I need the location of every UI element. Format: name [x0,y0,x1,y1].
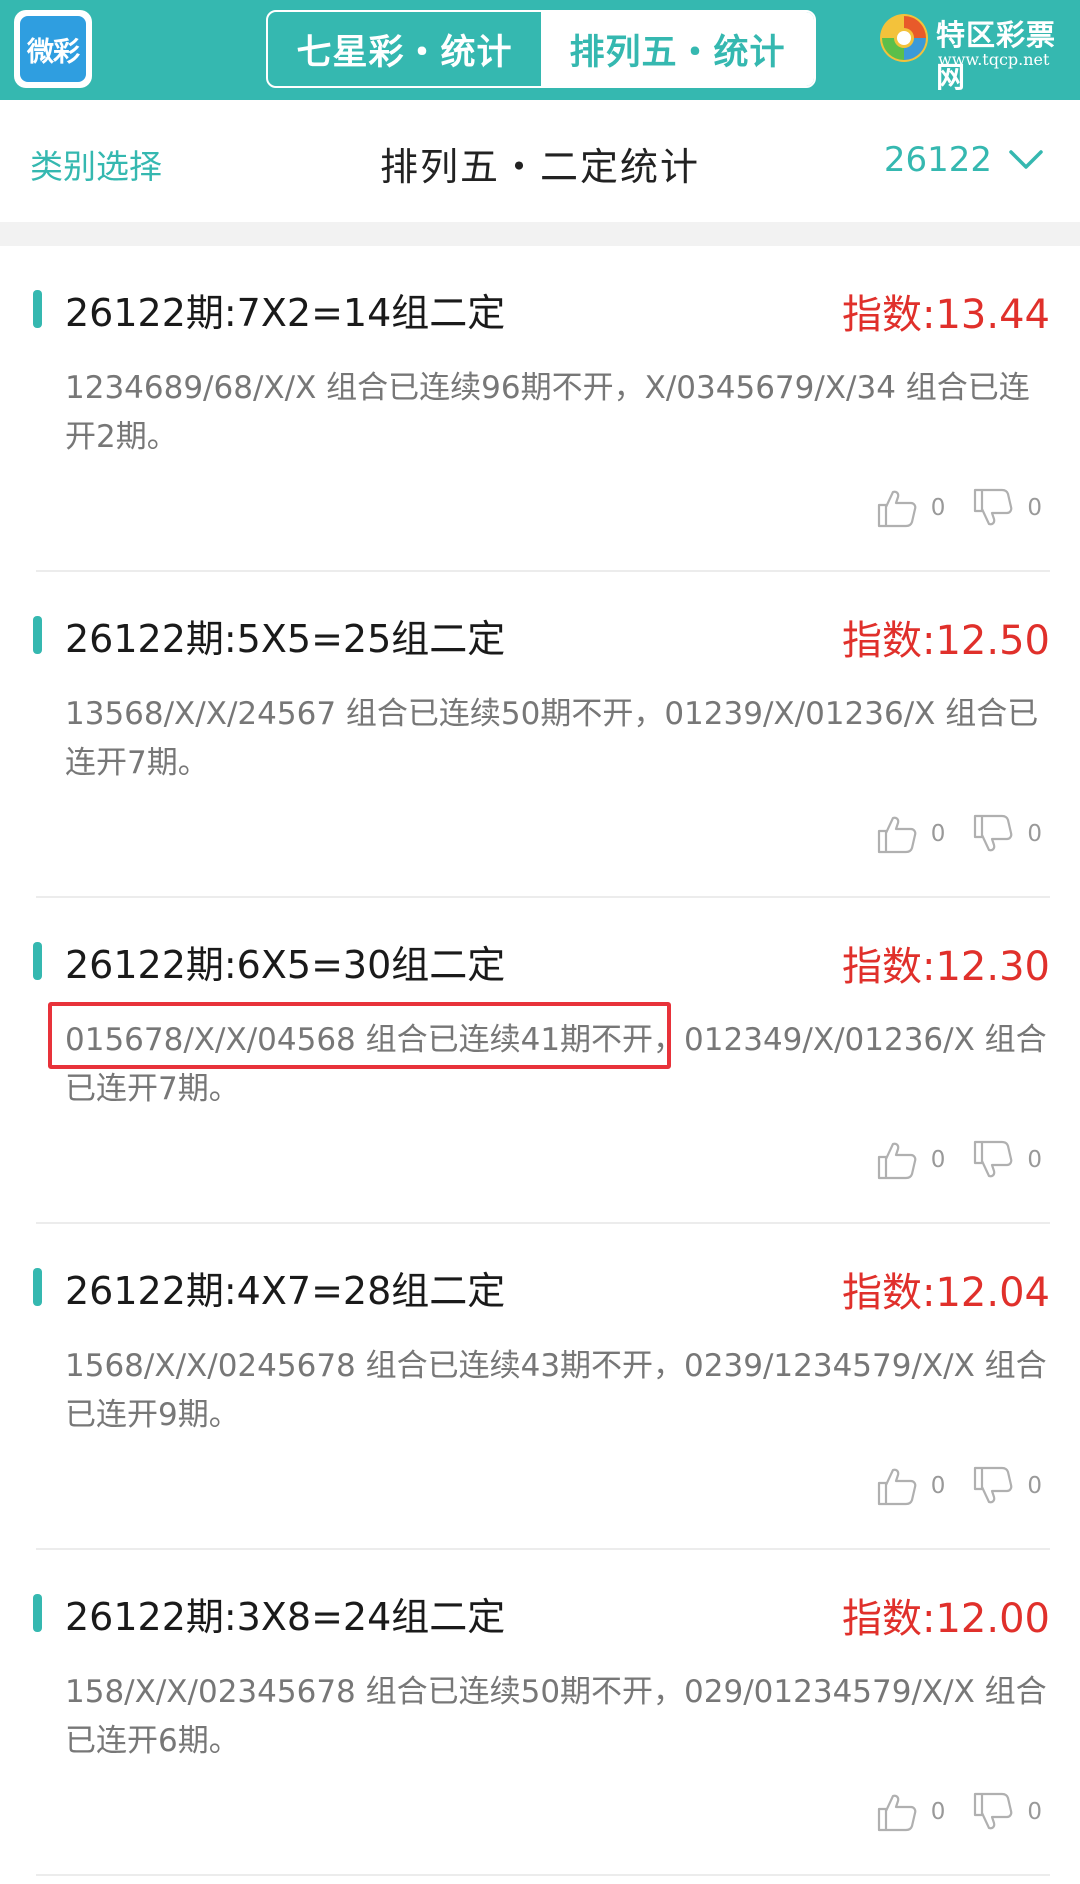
vote-actions: 0 0 [875,1138,1042,1182]
card-title: 26122期:5X5=25组二定 [65,617,506,661]
chevron-down-icon [1009,150,1043,169]
card-index: 指数:12.00 [842,1596,1050,1642]
like-count: 0 [930,1473,946,1499]
brand-url: www.tqcp.net [938,50,1050,69]
section-separator [0,222,1080,246]
thumbs-up-icon [877,1468,917,1506]
dislike-button[interactable]: 0 [971,486,1042,530]
card-title: 26122期:6X5=30组二定 [65,943,506,987]
thumbs-down-icon [974,1140,1013,1178]
list-item: 26122期:3X8=24组二定 指数:12.00 158/X/X/023456… [0,1550,1080,1876]
card-index: 指数:12.30 [842,944,1050,990]
vote-actions: 0 0 [875,1790,1042,1834]
dislike-button[interactable]: 0 [971,1138,1042,1182]
card-index: 指数:12.04 [842,1270,1050,1316]
dislike-count: 0 [1027,821,1042,847]
dislike-count: 0 [1027,1799,1042,1825]
like-button[interactable]: 0 [875,1790,946,1834]
thumbs-down-icon [974,1792,1013,1830]
card-title: 26122期:3X8=24组二定 [65,1595,506,1639]
tab-qixingcai[interactable]: 七星彩・统计 [268,12,541,86]
card-description: 13568/X/X/24567 组合已连续50期不开，01239/X/01236… [65,696,1039,781]
lottery-tabs: 七星彩・统计 排列五・统计 [266,10,816,88]
list-item: 26122期:4X7=28组二定 指数:12.04 1568/X/X/02456… [0,1224,1080,1550]
dislike-count: 0 [1027,1473,1042,1499]
like-count: 0 [930,1147,946,1173]
period-dropdown[interactable]: 26122 [884,140,1044,180]
highlight-annotation [48,1002,671,1069]
card-index: 指数:13.44 [842,292,1050,338]
brand-logo: 特区彩票网 www.tqcp.net [878,10,1074,94]
dislike-button[interactable]: 0 [971,1790,1042,1834]
dislike-button[interactable]: 0 [971,1464,1042,1508]
list-item: 26122期:5X5=25组二定 指数:12.50 13568/X/X/2456… [0,572,1080,898]
like-count: 0 [930,1799,946,1825]
thumbs-down-icon [974,488,1013,526]
card-description: 158/X/X/02345678 组合已连续50期不开，029/01234579… [65,1674,1047,1759]
like-button[interactable]: 0 [875,486,946,530]
thumbs-up-icon [877,1142,917,1180]
like-count: 0 [930,821,946,847]
page-header: 排列五・二定统计 类别选择 26122 [0,100,1080,222]
thumbs-up-icon [877,816,917,854]
card-title: 26122期:4X7=28组二定 [65,1269,506,1313]
vote-actions: 0 0 [875,486,1042,530]
thumbs-down-icon [974,1466,1013,1504]
card-description: 1234689/68/X/X 组合已连续96期不开，X/0345679/X/34… [65,370,1030,455]
card-index: 指数:12.50 [842,618,1050,664]
card-description: 1568/X/X/0245678 组合已连续43期不开，0239/1234579… [65,1348,1047,1433]
accent-bar [33,1268,42,1306]
accent-bar [33,616,42,654]
thumbs-up-icon [877,490,917,528]
app-logo[interactable]: 微彩 [14,10,92,88]
accent-bar [33,1594,42,1632]
category-select-button[interactable]: 类别选择 [30,140,162,188]
swirl-logo-icon [880,14,928,62]
thumbs-down-icon [974,814,1013,852]
like-count: 0 [930,495,946,521]
thumbs-up-icon [877,1794,917,1832]
dislike-count: 0 [1027,1147,1042,1173]
app-logo-text: 微彩 [20,16,86,82]
divider [36,1874,1050,1876]
like-button[interactable]: 0 [875,1138,946,1182]
accent-bar [33,290,42,328]
like-button[interactable]: 0 [875,1464,946,1508]
tab-pailiewu[interactable]: 排列五・统计 [541,12,814,86]
card-title: 26122期:7X2=14组二定 [65,291,506,335]
top-bar: 微彩 七星彩・统计 排列五・统计 特区彩票网 www.tqcp.net [0,0,1080,100]
list-item: 26122期:7X2=14组二定 指数:13.44 1234689/68/X/X… [0,246,1080,572]
like-button[interactable]: 0 [875,812,946,856]
accent-bar [33,942,42,980]
dislike-button[interactable]: 0 [971,812,1042,856]
period-value: 26122 [883,140,992,180]
vote-actions: 0 0 [875,1464,1042,1508]
vote-actions: 0 0 [875,812,1042,856]
dislike-count: 0 [1027,495,1042,521]
